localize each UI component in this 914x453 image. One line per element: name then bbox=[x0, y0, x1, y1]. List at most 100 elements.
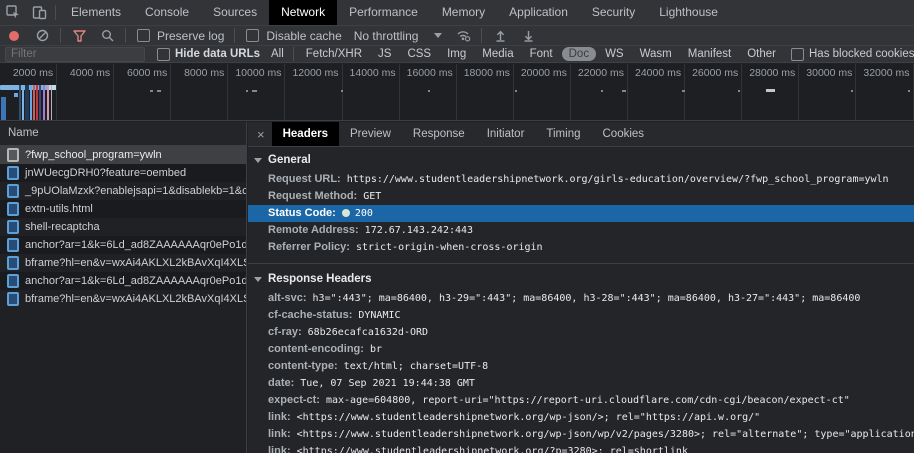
header-name: cf-cache-status: bbox=[268, 309, 352, 321]
header-row[interactable]: link:<https://www.studentleadershipnetwo… bbox=[248, 409, 914, 426]
resource-type-chip[interactable]: Manifest bbox=[681, 47, 738, 61]
import-har-icon[interactable] bbox=[487, 23, 513, 48]
resource-type-chip[interactable]: JS bbox=[371, 47, 398, 61]
record-icon[interactable] bbox=[9, 31, 19, 41]
device-toolbar-icon[interactable] bbox=[26, 0, 52, 25]
tab-preview[interactable]: Preview bbox=[339, 122, 402, 146]
header-row[interactable]: Referrer Policy:strict-origin-when-cross… bbox=[248, 239, 914, 256]
header-row[interactable]: Remote Address:172.67.143.242:443 bbox=[248, 222, 914, 239]
waterfall-bar bbox=[43, 85, 45, 120]
header-row[interactable]: expect-ct:max-age=604800, report-uri="ht… bbox=[248, 392, 914, 409]
request-name: shell-recaptcha bbox=[25, 221, 100, 233]
request-row[interactable]: shell-recaptcha bbox=[0, 218, 246, 236]
has-blocked-cookies-label[interactable]: Has blocked cookies bbox=[809, 48, 914, 60]
tab-sources[interactable]: Sources bbox=[201, 0, 269, 25]
request-row[interactable]: anchor?ar=1&k=6Ld_ad8ZAAAAAAqr0ePo1dUfAi… bbox=[0, 236, 246, 254]
toolbar-divider bbox=[55, 5, 56, 20]
tab-security[interactable]: Security bbox=[580, 0, 647, 25]
tab-elements[interactable]: Elements bbox=[59, 0, 133, 25]
waterfall-bar bbox=[738, 90, 740, 92]
hide-data-urls-checkbox[interactable] bbox=[157, 48, 170, 61]
resource-type-chip[interactable]: Media bbox=[475, 47, 520, 61]
waterfall-bar bbox=[246, 90, 248, 92]
tab-headers[interactable]: Headers bbox=[272, 122, 339, 146]
resource-type-chip[interactable]: Fetch/XHR bbox=[299, 47, 369, 61]
header-row[interactable]: cf-ray:68b26ecafca1632d-ORD bbox=[248, 324, 914, 341]
response-headers-section-header[interactable]: Response Headers bbox=[248, 269, 914, 290]
header-row[interactable]: link:<https://www.studentleadershipnetwo… bbox=[248, 443, 914, 453]
request-name: bframe?hl=en&v=wxAi4AKLXL2kBAvXqI4XLSWS&… bbox=[25, 257, 246, 269]
header-row[interactable]: content-encoding:br bbox=[248, 341, 914, 358]
document-icon bbox=[7, 292, 19, 306]
preserve-log-checkbox[interactable] bbox=[137, 29, 150, 42]
tab-application[interactable]: Application bbox=[497, 0, 580, 25]
name-column-header[interactable]: Name bbox=[0, 122, 246, 146]
tab-cookies[interactable]: Cookies bbox=[592, 122, 656, 146]
resource-type-chip[interactable]: All bbox=[264, 47, 294, 61]
request-row[interactable]: anchor?ar=1&k=6Ld_ad8ZAAAAAAqr0ePo1dUfAi… bbox=[0, 272, 246, 290]
tab-network[interactable]: Network bbox=[269, 0, 337, 25]
waterfall-bar bbox=[22, 85, 24, 120]
tab-timing[interactable]: Timing bbox=[535, 122, 591, 146]
tab-performance[interactable]: Performance bbox=[337, 0, 430, 25]
request-row[interactable]: ?fwp_school_program=ywln bbox=[0, 146, 246, 164]
disable-cache-label[interactable]: Disable cache bbox=[266, 29, 341, 43]
header-row[interactable]: content-type:text/html; charset=UTF-8 bbox=[248, 358, 914, 375]
inspect-icon[interactable] bbox=[0, 0, 26, 25]
header-row[interactable]: link:<https://www.studentleadershipnetwo… bbox=[248, 426, 914, 443]
request-row[interactable]: bframe?hl=en&v=wxAi4AKLXL2kBAvXqI4XLSWS&… bbox=[0, 290, 246, 308]
filter-funnel-icon[interactable] bbox=[66, 23, 92, 48]
request-row[interactable]: bframe?hl=en&v=wxAi4AKLXL2kBAvXqI4XLSWS&… bbox=[0, 254, 246, 272]
waterfall-bar bbox=[30, 85, 32, 120]
network-overview-timeline[interactable]: 2000 ms 4000 ms 6000 ms 8000 ms 10000 ms… bbox=[0, 64, 914, 121]
tab-console[interactable]: Console bbox=[133, 0, 201, 25]
header-row[interactable]: date:Tue, 07 Sep 2021 19:44:38 GMT bbox=[248, 375, 914, 392]
network-conditions-icon[interactable] bbox=[450, 23, 476, 48]
header-row[interactable]: Request Method:GET bbox=[248, 188, 914, 205]
general-section-header[interactable]: General bbox=[248, 150, 914, 171]
resource-type-chip[interactable]: Font bbox=[523, 47, 560, 61]
header-row[interactable]: cf-cache-status: DYNAMIC bbox=[248, 307, 914, 324]
hide-data-urls-label[interactable]: Hide data URLs bbox=[175, 48, 260, 60]
request-details-panel: × Headers Preview Response Initiator Tim… bbox=[248, 122, 914, 453]
waterfall-bar bbox=[1, 97, 6, 120]
header-name: alt-svc: bbox=[268, 292, 307, 304]
header-row[interactable]: Status Code:200 bbox=[248, 205, 914, 222]
chevron-down-icon[interactable] bbox=[434, 33, 442, 38]
waterfall-bar bbox=[157, 90, 161, 92]
request-row[interactable]: jnWUecgDRH0?feature=oembed bbox=[0, 164, 246, 182]
header-row[interactable]: Request URL:https://www.studentleadershi… bbox=[248, 171, 914, 188]
clear-icon[interactable] bbox=[29, 23, 55, 48]
resource-type-chip[interactable]: Doc bbox=[562, 47, 596, 61]
resource-type-chip[interactable]: Other bbox=[740, 47, 783, 61]
filter-input[interactable] bbox=[5, 47, 145, 62]
resource-type-chip[interactable]: WS bbox=[598, 47, 631, 61]
request-row[interactable]: extn-utils.html bbox=[0, 200, 246, 218]
header-name: cf-ray: bbox=[268, 326, 302, 338]
resource-type-chips: All Fetch/XHR JS CSS Img Media Font Doc … bbox=[264, 47, 783, 61]
close-icon[interactable]: × bbox=[248, 127, 272, 142]
resource-type-chip[interactable]: CSS bbox=[400, 47, 438, 61]
document-icon bbox=[7, 220, 19, 234]
has-blocked-cookies-checkbox[interactable] bbox=[791, 48, 804, 61]
header-value: h3=":443"; ma=86400, h3-29=":443"; ma=86… bbox=[313, 293, 861, 304]
header-value: DYNAMIC bbox=[358, 310, 400, 321]
waterfall-bar bbox=[428, 90, 430, 92]
preserve-log-label[interactable]: Preserve log bbox=[157, 29, 224, 43]
tab-lighthouse[interactable]: Lighthouse bbox=[647, 0, 730, 25]
section-title: General bbox=[268, 154, 311, 166]
export-har-icon[interactable] bbox=[515, 23, 541, 48]
tab-memory[interactable]: Memory bbox=[430, 0, 497, 25]
waterfall-bar bbox=[622, 90, 626, 92]
tab-response[interactable]: Response bbox=[402, 122, 476, 146]
search-icon[interactable] bbox=[94, 23, 120, 48]
throttling-select[interactable]: No throttling bbox=[354, 29, 419, 43]
disable-cache-checkbox[interactable] bbox=[246, 29, 259, 42]
resource-type-chip[interactable]: Wasm bbox=[633, 47, 679, 61]
tab-initiator[interactable]: Initiator bbox=[476, 122, 536, 146]
general-section: General Request URL:https://www.studentl… bbox=[248, 147, 914, 263]
header-row[interactable]: alt-svc: h3=":443"; ma=86400, h3-29=":443… bbox=[248, 290, 914, 307]
request-row[interactable]: _9pUOlaMzxk?enablejsapi=1&disablekb=1&co… bbox=[0, 182, 246, 200]
resource-type-chip[interactable]: Img bbox=[440, 47, 473, 61]
toolbar-divider bbox=[481, 28, 482, 43]
